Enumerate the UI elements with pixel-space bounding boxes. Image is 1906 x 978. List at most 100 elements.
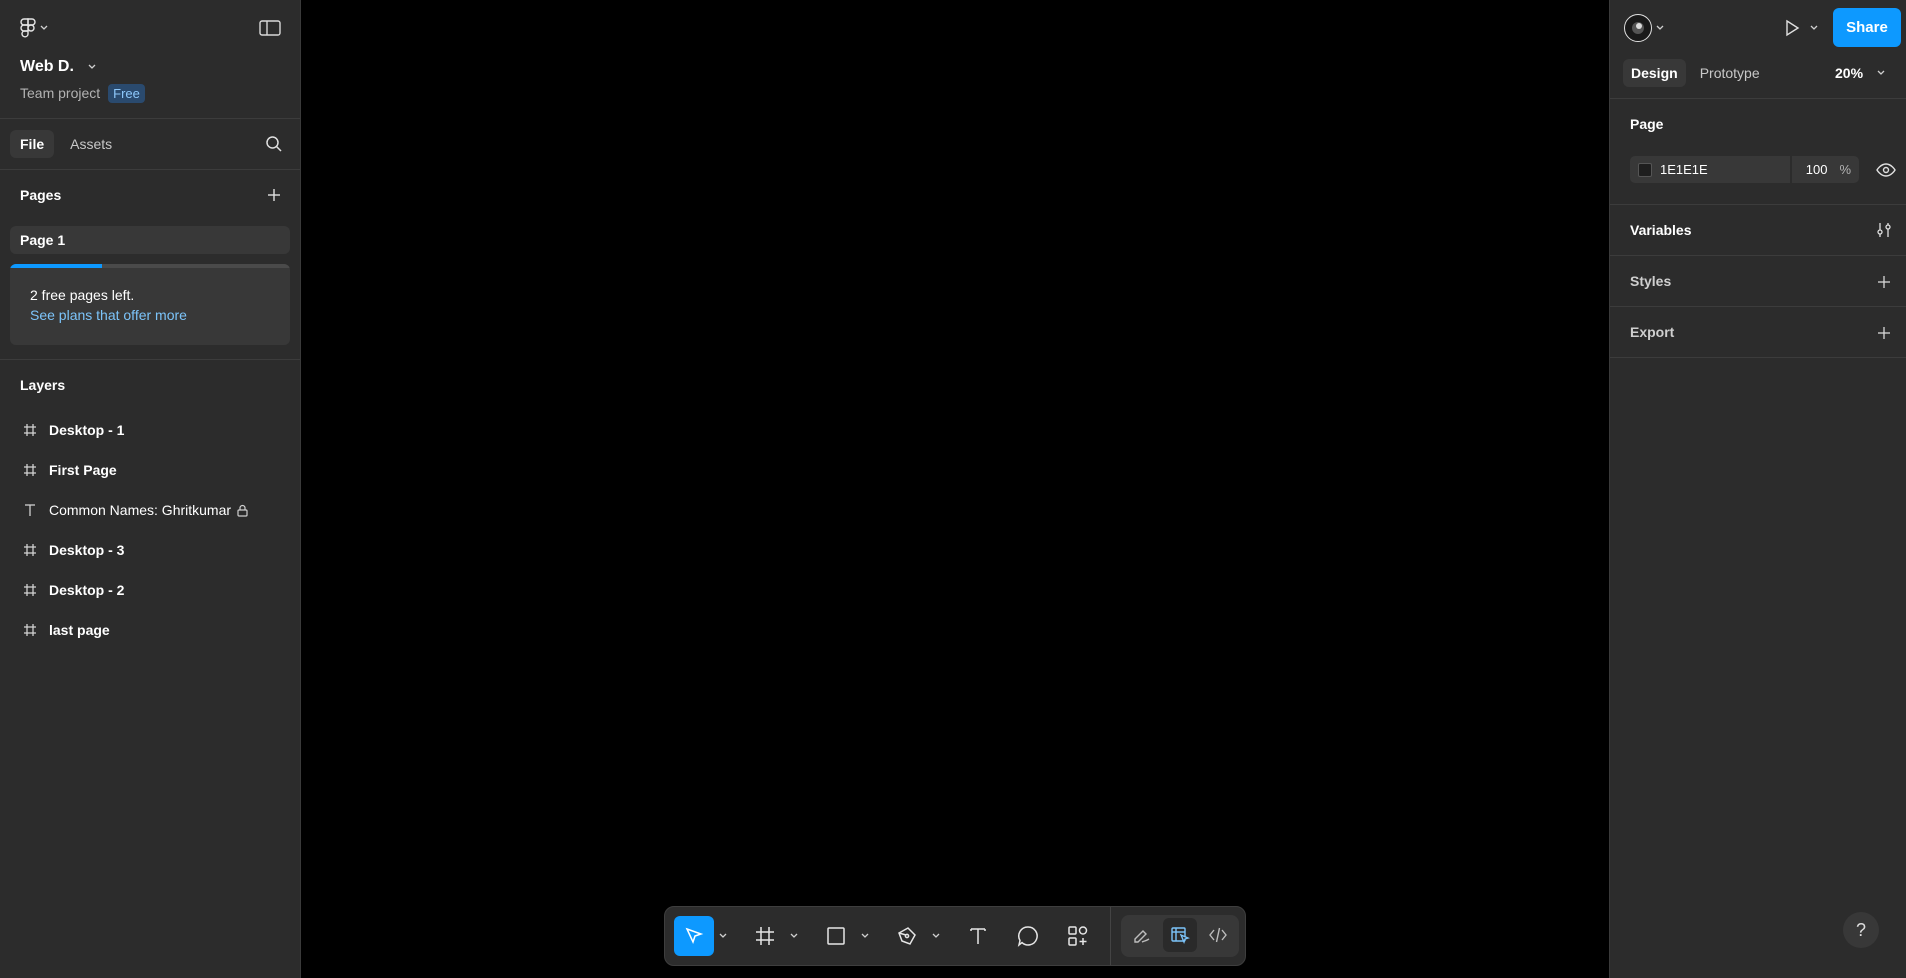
page-color-field[interactable]: 1E1E1E xyxy=(1630,156,1790,183)
move-tool-menu[interactable] xyxy=(716,916,730,956)
zoom-level: 20% xyxy=(1835,65,1864,81)
actions-tool-button[interactable] xyxy=(1058,916,1098,956)
add-export-button[interactable] xyxy=(1877,323,1891,343)
pen-tool-button[interactable] xyxy=(887,916,927,956)
free-pages-text: 2 free pages left. xyxy=(30,287,135,303)
rectangle-tool-menu[interactable] xyxy=(858,916,872,956)
add-page-button[interactable] xyxy=(266,185,282,205)
divider xyxy=(1610,204,1906,205)
right-tabs: Design Prototype xyxy=(1623,58,1768,88)
file-name-button[interactable]: Web D. xyxy=(20,57,96,77)
divider xyxy=(1610,255,1906,256)
chevron-down-icon xyxy=(861,933,869,938)
layer-item[interactable]: last page xyxy=(20,616,110,644)
share-button[interactable]: Share xyxy=(1833,8,1901,47)
present-button[interactable] xyxy=(1784,17,1818,39)
move-cursor-icon xyxy=(684,926,704,946)
eye-icon xyxy=(1876,163,1896,177)
canvas[interactable] xyxy=(301,0,1609,978)
tab-prototype[interactable]: Prototype xyxy=(1692,59,1768,87)
tab-file[interactable]: File xyxy=(10,130,55,158)
lock-icon[interactable] xyxy=(237,504,248,517)
toggle-sidebar-button[interactable] xyxy=(259,18,281,38)
sidebar-icon xyxy=(259,20,281,36)
styles-title: Styles xyxy=(1630,273,1672,289)
layer-item[interactable]: Common Names: Ghritkumar xyxy=(20,496,248,524)
layer-name: First Page xyxy=(49,462,117,478)
frame-tool-menu[interactable] xyxy=(787,916,801,956)
layer-name: Desktop - 2 xyxy=(49,582,125,598)
chevron-down-icon xyxy=(790,933,798,938)
code-icon xyxy=(1208,925,1228,945)
page-section-title: Page xyxy=(1630,116,1664,132)
pen-icon xyxy=(896,925,918,947)
page-color-value: 1E1E1E xyxy=(1660,162,1708,177)
comment-tool-button[interactable] xyxy=(1008,916,1048,956)
right-panel: Share Design Prototype 20% Page 1E1E1E 1… xyxy=(1609,0,1906,978)
layer-name: last page xyxy=(49,622,110,638)
variables-button[interactable] xyxy=(1876,220,1892,240)
project-name[interactable]: Team project xyxy=(20,85,100,101)
layers-title: Layers xyxy=(20,377,66,393)
color-swatch[interactable] xyxy=(1638,162,1652,177)
toolbar-divider xyxy=(1110,907,1111,965)
chevron-down-icon xyxy=(88,64,96,70)
text-layer-icon xyxy=(20,503,40,517)
tab-assets[interactable]: Assets xyxy=(60,130,122,158)
left-panel: Web D. Team project Free File Assets Pag… xyxy=(0,0,301,978)
see-plans-link[interactable]: See plans that offer more xyxy=(30,307,187,323)
pages-progress-fill xyxy=(10,264,103,268)
chevron-down-icon xyxy=(932,933,940,938)
layer-item[interactable]: First Page xyxy=(20,456,117,484)
text-tool-button[interactable] xyxy=(958,916,998,956)
layer-item[interactable]: Desktop - 2 xyxy=(20,576,124,604)
add-style-button[interactable] xyxy=(1877,272,1891,292)
dev-mode-button[interactable] xyxy=(1201,918,1235,952)
figma-logo-icon xyxy=(20,18,36,38)
move-tool-button[interactable] xyxy=(674,916,714,956)
layer-item[interactable]: Desktop - 3 xyxy=(20,536,124,564)
frame-icon xyxy=(20,463,40,477)
bottom-toolbar xyxy=(664,906,1246,966)
tab-design[interactable]: Design xyxy=(1623,59,1686,87)
divider xyxy=(0,359,300,360)
page-item-page-1[interactable]: Page 1 xyxy=(10,226,290,254)
frame-icon xyxy=(20,623,40,637)
pen-tool-menu[interactable] xyxy=(929,916,943,956)
divider xyxy=(0,118,300,119)
chevron-down-icon xyxy=(40,25,48,31)
divider xyxy=(1610,98,1906,99)
plan-badge: Free xyxy=(108,83,145,103)
text-icon xyxy=(968,926,988,946)
play-icon xyxy=(1784,19,1800,37)
project-info: Team project Free xyxy=(20,83,145,103)
file-name: Web D. xyxy=(20,58,74,75)
draw-mode-button[interactable] xyxy=(1125,918,1159,952)
toggle-visibility-button[interactable] xyxy=(1876,160,1896,180)
layer-name: Desktop - 3 xyxy=(49,542,125,558)
design-mode-button[interactable] xyxy=(1163,918,1197,952)
rectangle-icon xyxy=(826,926,846,946)
frame-icon xyxy=(20,583,40,597)
frame-icon xyxy=(20,543,40,557)
avatar-menu[interactable] xyxy=(1624,13,1664,43)
frame-tool-button[interactable] xyxy=(745,916,785,956)
help-button[interactable]: ? xyxy=(1843,912,1879,948)
main-menu-button[interactable] xyxy=(20,16,48,40)
zoom-control[interactable]: 20% xyxy=(1835,63,1885,83)
draw-icon xyxy=(1132,925,1152,945)
comment-icon xyxy=(1017,925,1039,947)
left-tabs: File Assets xyxy=(10,129,122,159)
layer-item[interactable]: Desktop - 1 xyxy=(20,416,124,444)
export-title: Export xyxy=(1630,324,1675,340)
chevron-down-icon xyxy=(1810,25,1818,31)
search-button[interactable] xyxy=(265,134,283,154)
variables-title: Variables xyxy=(1630,222,1692,238)
mode-switcher xyxy=(1121,915,1239,957)
rectangle-tool-button[interactable] xyxy=(816,916,856,956)
frame-icon xyxy=(20,423,40,437)
page-opacity-field[interactable]: 100 % xyxy=(1792,156,1859,183)
pages-header: Pages xyxy=(20,185,61,205)
free-pages-banner: 2 free pages left. See plans that offer … xyxy=(10,264,290,345)
page-opacity-value: 100 xyxy=(1805,162,1828,177)
